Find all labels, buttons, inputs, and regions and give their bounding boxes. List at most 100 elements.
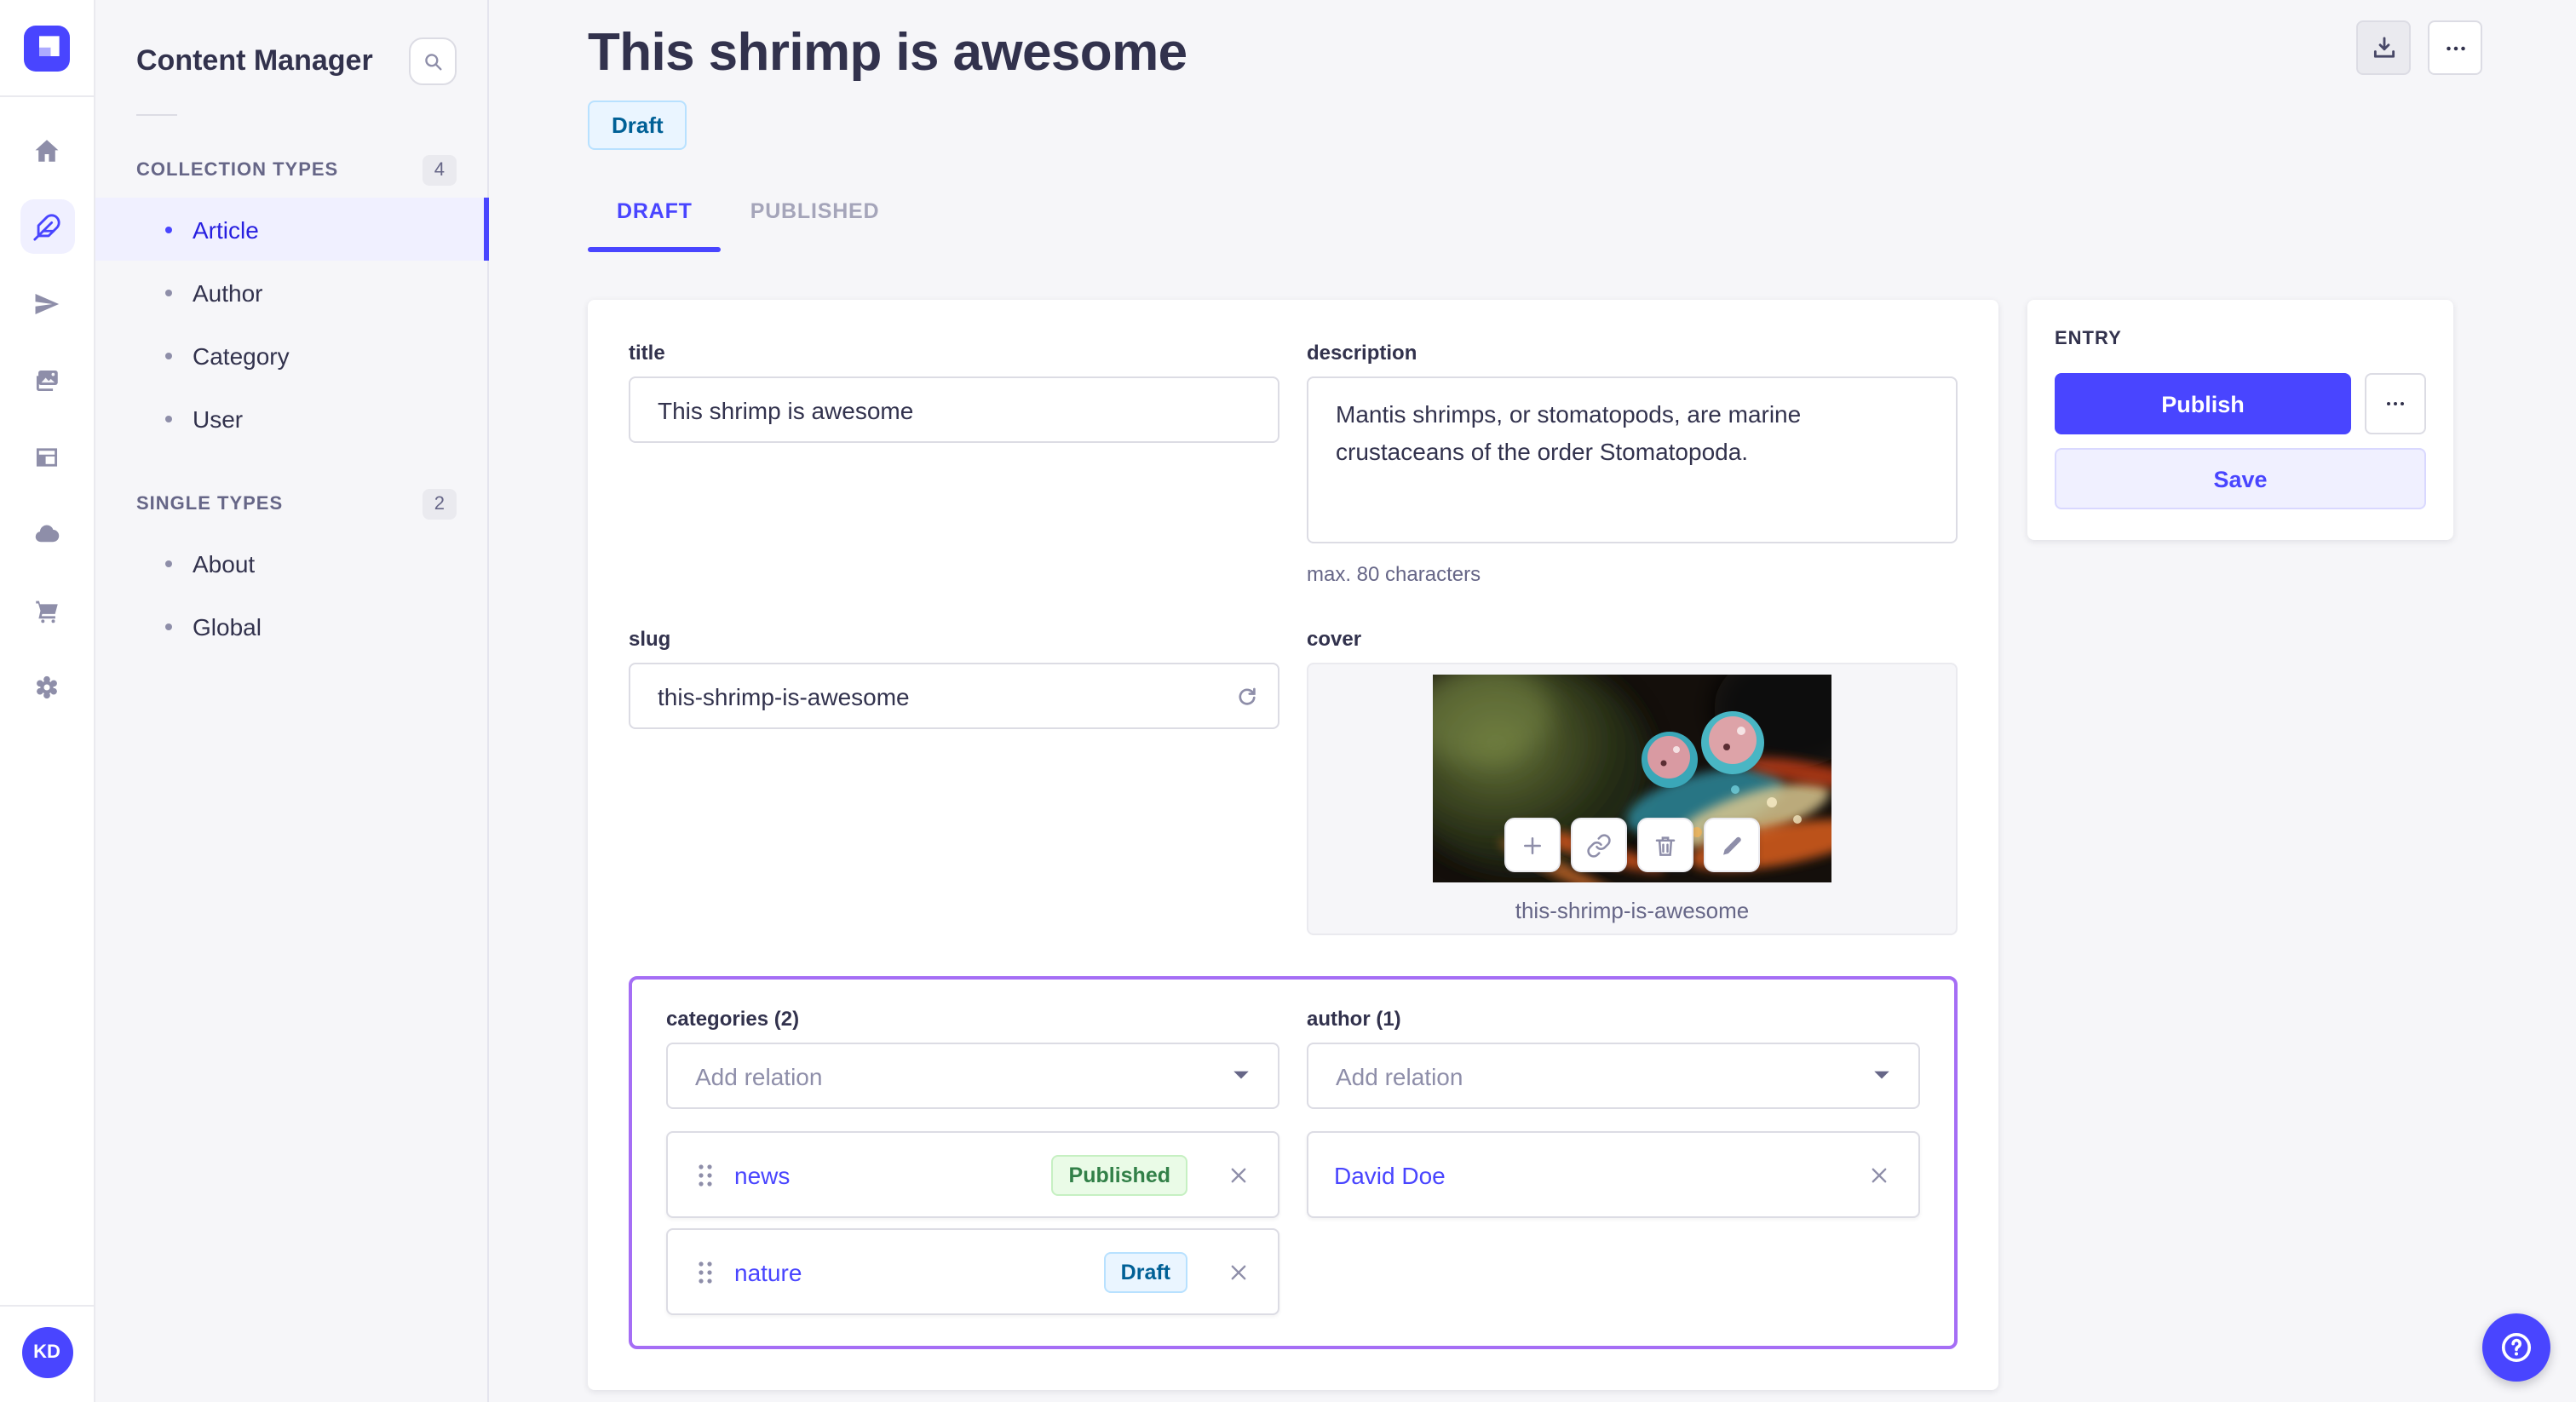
sidebar-item-about[interactable]: About [95,531,487,595]
plus-icon [1524,836,1541,853]
sidebar-item-user[interactable]: User [95,387,487,450]
author-label: author (1) [1307,1007,1401,1031]
description-label: description [1307,341,1417,365]
sidebar-item-article[interactable]: Article [95,198,489,261]
settings-gear-icon[interactable] [20,659,74,714]
collection-types-list: Article Author Category User [95,198,489,450]
rail-bottom: KD [0,1305,94,1402]
slug-label: slug [629,627,671,651]
regenerate-slug-button[interactable] [1220,669,1273,722]
save-button[interactable]: Save [2055,448,2426,509]
status-badge: Draft [588,101,687,150]
release-icon[interactable] [20,276,74,330]
tab-draft[interactable]: DRAFT [588,189,722,252]
content-manager-sidebar: Content Manager COLLECTION TYPES 4 Artic… [95,0,489,1402]
content-type-builder-icon[interactable] [20,429,74,484]
drag-handle-icon[interactable] [693,1256,717,1287]
relation-item-news: news Published [666,1131,1279,1218]
cover-filename: this-shrimp-is-awesome [1515,898,1750,923]
content-manager-icon[interactable] [20,199,74,254]
tab-published[interactable]: PUBLISHED [722,189,909,252]
title-field: title [629,341,1279,586]
slug-field: slug [629,627,1279,935]
collection-types-label: COLLECTION TYPES [136,160,339,181]
relation-link[interactable]: news [734,1161,790,1188]
main-content: This shrimp is awesome Draft DRAFT PUBLI… [489,0,2576,1402]
collection-types-count: 4 [422,155,457,186]
relation-link[interactable]: nature [734,1258,802,1285]
categories-add-relation-select[interactable]: Add relation [666,1043,1279,1109]
home-icon[interactable] [20,123,74,177]
refresh-icon [1238,687,1255,704]
bullet-icon [165,560,172,566]
cover-actions [1504,818,1760,872]
sidebar-item-global[interactable]: Global [95,595,487,658]
chevron-down-icon [1233,1071,1249,1079]
drag-handle-icon[interactable] [693,1159,717,1190]
more-dots-icon [2446,45,2464,50]
bullet-icon [165,289,172,296]
description-field: description Mantis shrimps, or stomatopo… [1307,341,1958,586]
author-relation-list: David Doe [1307,1131,1920,1218]
entry-more-button[interactable] [2365,373,2426,434]
strapi-admin: KD Content Manager COLLECTION TYPES 4 Ar… [0,0,2576,1402]
title-input[interactable] [629,376,1279,443]
import-export-button[interactable] [2356,20,2411,75]
remove-relation-button[interactable] [1225,1258,1252,1285]
remove-relation-button[interactable] [1225,1161,1252,1188]
relations-highlight-box: categories (2) Add relation news Publish… [629,976,1958,1349]
cover-field: cover this-shrimp-is-awesome [1307,627,1958,935]
pencil-icon [1723,836,1741,854]
close-icon [1872,1167,1887,1182]
categories-relation-list: news Published nature Draft [666,1131,1279,1315]
edit-media-button[interactable] [1704,818,1760,872]
search-button[interactable] [409,37,457,85]
bullet-icon [165,415,172,422]
sidebar-item-author[interactable]: Author [95,261,487,324]
author-field: author (1) Add relation David Doe [1307,1007,1920,1315]
sidebar-divider [136,114,177,116]
relation-link[interactable]: David Doe [1334,1161,1446,1188]
strapi-logo-icon[interactable] [24,25,70,71]
single-types-label: SINGLE TYPES [136,494,284,514]
single-types-header: SINGLE TYPES 2 [95,489,487,520]
help-button[interactable] [2482,1313,2550,1382]
relation-status-badge: Draft [1103,1251,1187,1292]
entry-panel-title: ENTRY [2055,329,2122,349]
title-label: title [629,341,665,365]
bullet-icon [165,226,172,233]
media-library-icon[interactable] [20,353,74,407]
author-add-relation-select[interactable]: Add relation [1307,1043,1920,1109]
delete-media-button[interactable] [1637,818,1693,872]
user-avatar[interactable]: KD [21,1327,72,1378]
more-dots-icon [2387,402,2404,405]
more-options-button[interactable] [2428,20,2482,75]
entry-panel: ENTRY Publish Save [2027,300,2453,540]
logo-area [0,0,94,97]
version-tabs: DRAFT PUBLISHED [588,189,2576,252]
description-textarea[interactable]: Mantis shrimps, or stomatopods, are mari… [1307,376,1958,543]
publish-button[interactable]: Publish [2055,373,2351,434]
single-types-count: 2 [422,489,457,520]
page-title: This shrimp is awesome [588,22,1187,82]
marketplace-cart-icon[interactable] [20,583,74,637]
deploy-cloud-icon[interactable] [20,506,74,560]
bullet-icon [165,352,172,359]
cover-label: cover [1307,627,1362,651]
single-types-list: About Global [95,531,487,658]
collection-types-header: COLLECTION TYPES 4 [95,155,487,186]
description-hint: max. 80 characters [1307,562,1481,586]
sidebar-item-category[interactable]: Category [95,324,487,387]
close-icon [1231,1167,1246,1182]
relation-item-david-doe: David Doe [1307,1131,1920,1218]
chevron-down-icon [1874,1071,1889,1079]
entry-form: title description Mantis shrimps, or sto… [588,300,1998,1390]
relation-item-nature: nature Draft [666,1228,1279,1315]
rail-nav [20,123,74,714]
header-actions [2356,20,2482,75]
remove-relation-button[interactable] [1866,1161,1893,1188]
slug-input[interactable] [629,663,1279,729]
relation-status-badge: Published [1051,1154,1187,1195]
copy-link-button[interactable] [1571,818,1627,872]
add-media-button[interactable] [1504,818,1561,872]
